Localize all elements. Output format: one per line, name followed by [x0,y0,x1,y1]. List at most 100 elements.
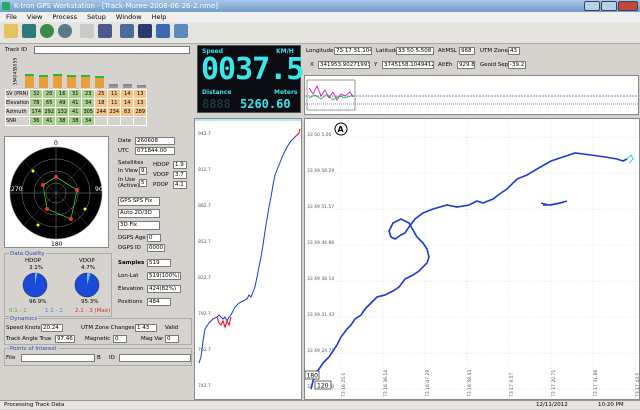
track-map[interactable]: 33 50 5.00 33 49 58.29 33 49 51.57 33 49 44… [304,118,640,400]
gps-receiver-icon[interactable] [120,24,134,38]
satellite-icon[interactable] [22,24,36,38]
grid-icon[interactable] [174,24,188,38]
poi-panel: Points of Interest File B ID [4,346,192,366]
vdop-title: VDOP [79,258,95,264]
longitude-field: 73 17 31.104 [334,47,372,55]
hdop-pie [22,272,48,298]
sv-signal-panel: 55 50 45 40 35 [5,58,190,88]
poi-browse-button[interactable]: B [97,355,101,361]
menu-item-help[interactable]: Help [152,13,167,21]
sv-cell: 23 [81,89,96,99]
fix-type-field: GPS SPS Fix [118,197,160,206]
elevation-tick-label: 852.7 [198,239,211,245]
menu-bar: File View Process Setup Window Help [0,12,640,22]
hdop-title: HDOP [25,258,42,264]
sv-cell: 289 [133,107,148,117]
menu-item-setup[interactable]: Setup [87,13,106,21]
save-icon[interactable] [98,24,112,38]
distance-ghost: 8888 [202,97,231,111]
dgps-age-label: DGPS Age [118,235,146,241]
map-lon-tick-label: 73 17 20.71 [551,370,557,397]
elevation-tick-label: 742.7 [198,383,211,389]
status-bar: Processing Track Data 12/11/2012 10:20 P… [0,400,640,409]
maximize-button[interactable] [601,1,617,11]
legend-max: 2.1 - 3 (Max) [75,308,111,314]
sv-cell: 38 [55,116,70,126]
sv-cell: 234 [107,107,122,117]
mag-var-field: 0 [165,335,179,343]
sv-cell: 38 [68,116,83,126]
sv-signal-bar [53,74,62,88]
valid-label: Valid [165,325,179,331]
pdop-field: 4.1 [173,181,187,189]
sv-signal-bar [109,84,118,88]
minimize-button[interactable] [584,1,600,11]
in-use-label: In Use (Active) [118,177,140,189]
geoid-label: Geoid Sep [480,62,509,68]
legend-mid: 1.1 - 2 [45,308,63,314]
map-lat-tick-label: 33 49 44.86 [307,240,334,246]
positions-field: 484 [147,298,171,306]
sv-cell: 49 [55,98,70,108]
hdop-bottom-pct: 96.9% [29,299,47,305]
altmsl-field: 968 [459,47,475,55]
poi-title: Points of Interest [9,346,58,352]
vdop-label: VDOP [153,172,169,178]
map-lon-tick-label: 73 17 31.86 [593,370,599,397]
utm-changes-field: 1 43 [135,324,157,332]
print-icon[interactable] [80,24,94,38]
speed-knots-field: 20.24 [41,324,63,332]
skyplot-north: 0 [54,140,58,147]
sv-row-label: SV (PRN) [4,89,31,99]
mag-var-label: Mag Var [141,336,164,342]
sv-cell: 41 [42,116,57,126]
window-title: K-tron GPS Workstation - [Track-Muree-20… [14,2,218,10]
map-lat-tick-label: 33 49 24.71 [307,348,334,354]
sv-cell: 32 [29,89,44,99]
poi-file-label: File [6,355,16,361]
coordinates-panel: Longitude 73 17 31.104 Latitude 33 50 5.… [304,45,640,73]
x-field: 341953.902719937 [318,61,370,69]
satellites-label: Satellites [118,160,144,166]
menu-item-window[interactable]: Window [116,13,142,21]
y-label: Y [374,62,378,68]
menu-item-view[interactable]: View [27,13,42,21]
open-folder-icon[interactable] [4,24,18,38]
globe-alt-icon[interactable] [58,24,72,38]
map-lon-tick-label: 73 17 9.57 [509,373,515,397]
map-lat-tick-label: 33 49 58.29 [307,168,334,174]
date-field: 260608 [135,137,175,145]
latitude-field: 33 50 5.508 [396,47,434,55]
menu-item-file[interactable]: File [6,13,17,21]
sv-row: SV (PRN) 32 20 16 31 23 25 11 14 13 [4,89,148,99]
speed-value: 0037.5 [201,52,304,87]
skyplot-west: 270 [11,186,23,193]
zoom-box-1: 180 [307,373,319,380]
lonlat-field: 519(100%) [147,272,181,280]
export-icon[interactable] [156,24,170,38]
data-quality-panel: Data Quality HDOP 3.1% VDOP 4.7% 96.9% 9… [4,251,112,317]
map-lat-tick-label: 33 49 51.57 [307,204,334,210]
menu-item-process[interactable]: Process [52,13,77,21]
poi-id-input[interactable] [119,354,191,362]
track-id-input[interactable] [34,46,190,54]
map-lat-tick-label: 33 50 5.00 [307,132,331,138]
close-button[interactable] [618,1,638,11]
sv-signal-bar [81,75,90,88]
speed-display: Speed KM/H 0037.5 Distance Meters 8888 5… [197,45,304,113]
utm-zone-label: UTM Zone [480,48,508,54]
distance-label: Distance [202,89,232,96]
sv-cell: 83 [120,107,135,117]
device-icon[interactable] [138,24,152,38]
elevation-tick-label: 762.7 [198,347,211,353]
dgps-id-label: DGPS ID [118,245,141,251]
sv-row-label: Azimuth [4,107,31,117]
data-quality-title: Data Quality [9,251,46,257]
speed-knots-label: Speed Knots [6,325,41,331]
elevation-tick-label: 942.7 [198,131,211,137]
globe-icon[interactable] [40,24,54,38]
mode-field: Auto 2D/3D [118,209,160,218]
map-lon-tick-label: 73 16 25.0 [341,373,347,397]
track-angle-label: Track Angle True [6,336,52,342]
poi-file-input[interactable] [21,354,95,362]
